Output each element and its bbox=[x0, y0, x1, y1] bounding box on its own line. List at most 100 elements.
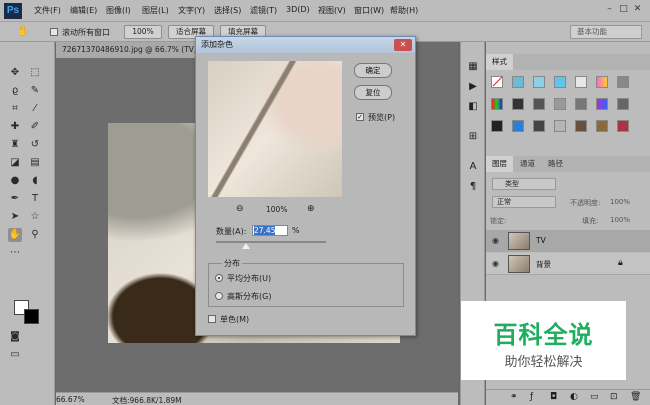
amount-input[interactable]: 27.45 bbox=[252, 225, 288, 236]
preview-image[interactable] bbox=[208, 61, 342, 197]
pen-tool-icon[interactable]: ✒ bbox=[8, 192, 22, 206]
screen-mode-icon[interactable]: ▭ bbox=[8, 348, 22, 362]
gaussian-radio[interactable] bbox=[215, 292, 223, 300]
style-swatch[interactable] bbox=[533, 76, 545, 88]
eye-icon[interactable]: ◉ bbox=[492, 236, 502, 246]
path-select-icon[interactable]: ➤ bbox=[8, 210, 22, 224]
history-brush-icon[interactable]: ↺ bbox=[28, 138, 42, 152]
ok-button[interactable]: 确定 bbox=[354, 63, 392, 78]
layer-row-background[interactable]: ◉ 背景 🔒︎ bbox=[486, 253, 650, 275]
blur-tool-icon[interactable]: ● bbox=[8, 174, 22, 188]
brush-tool-icon[interactable]: ✐ bbox=[28, 120, 42, 134]
close-icon[interactable]: ✕ bbox=[632, 4, 643, 15]
style-swatch[interactable] bbox=[575, 76, 587, 88]
zoom-tool-icon[interactable]: ⚲ bbox=[28, 228, 42, 242]
history-panel-icon[interactable]: ▦ bbox=[466, 60, 480, 74]
style-swatch[interactable] bbox=[491, 120, 503, 132]
document-tab[interactable]: 72671370486910.jpg @ 66.7% (TV, R bbox=[56, 42, 216, 58]
tab-layers[interactable]: 图层 bbox=[486, 156, 513, 172]
style-swatch[interactable] bbox=[617, 76, 629, 88]
move-tool-icon[interactable]: ✥ bbox=[8, 66, 22, 80]
style-swatch[interactable] bbox=[575, 120, 587, 132]
style-swatch[interactable] bbox=[617, 120, 629, 132]
quick-select-tool-icon[interactable]: ✎ bbox=[28, 84, 42, 98]
menu-3d[interactable]: 3D(D) bbox=[286, 5, 310, 14]
adjustments-icon[interactable]: ◧ bbox=[466, 100, 480, 114]
style-swatch[interactable] bbox=[533, 120, 545, 132]
folder-icon[interactable]: ▭ bbox=[590, 392, 599, 402]
healing-brush-icon[interactable]: ✚ bbox=[8, 120, 22, 134]
menu-type[interactable]: 文字(Y) bbox=[178, 5, 205, 16]
gradient-tool-icon[interactable]: ▤ bbox=[28, 156, 42, 170]
new-layer-icon[interactable]: ⊡ bbox=[610, 392, 618, 402]
properties-icon[interactable]: ⊞ bbox=[466, 130, 480, 144]
style-swatch[interactable] bbox=[512, 76, 524, 88]
character-panel-icon[interactable]: A bbox=[466, 160, 480, 174]
paragraph-panel-icon[interactable]: ¶ bbox=[466, 180, 480, 194]
style-swatch[interactable] bbox=[554, 120, 566, 132]
scroll-all-checkbox[interactable] bbox=[50, 28, 58, 36]
amount-slider-handle[interactable] bbox=[242, 243, 251, 249]
reset-button[interactable]: 复位 bbox=[354, 85, 392, 100]
menu-layer[interactable]: 图层(L) bbox=[142, 5, 169, 16]
opacity-value[interactable]: 100% bbox=[610, 198, 630, 206]
style-swatch-none[interactable] bbox=[491, 76, 503, 88]
style-swatch[interactable] bbox=[596, 120, 608, 132]
style-swatch[interactable] bbox=[533, 98, 545, 110]
more-tools-icon[interactable]: ⋯ bbox=[8, 246, 22, 260]
marquee-tool-icon[interactable]: ⬚ bbox=[28, 66, 42, 80]
blend-mode-select[interactable]: 正常 bbox=[492, 196, 556, 208]
style-swatch[interactable] bbox=[512, 120, 524, 132]
style-swatch[interactable] bbox=[575, 98, 587, 110]
layer-row-tv[interactable]: ◉ TV bbox=[486, 230, 650, 252]
fx-icon[interactable]: ƒ bbox=[530, 392, 533, 402]
style-swatch[interactable] bbox=[596, 76, 608, 88]
adjustment-layer-icon[interactable]: ◐ bbox=[570, 392, 578, 402]
quick-mask-icon[interactable]: ◙ bbox=[8, 330, 22, 344]
tab-styles[interactable]: 样式 bbox=[486, 54, 513, 70]
menu-file[interactable]: 文件(F) bbox=[34, 5, 61, 16]
menu-view[interactable]: 视图(V) bbox=[318, 5, 346, 16]
zoom-out-icon[interactable]: ⊖ bbox=[236, 204, 244, 214]
minimize-icon[interactable]: – bbox=[604, 4, 615, 15]
style-swatch[interactable] bbox=[554, 76, 566, 88]
monochromatic-checkbox[interactable] bbox=[208, 315, 216, 323]
clone-stamp-icon[interactable]: ♜ bbox=[8, 138, 22, 152]
shape-tool-icon[interactable]: ☆ bbox=[28, 210, 42, 224]
style-swatch[interactable] bbox=[596, 98, 608, 110]
eyedropper-tool-icon[interactable]: ⁄ bbox=[28, 102, 42, 116]
maximize-icon[interactable]: □ bbox=[618, 4, 629, 15]
link-icon[interactable]: ⚭ bbox=[510, 392, 518, 402]
zoom-level[interactable]: 66.67% bbox=[56, 395, 85, 404]
menu-filter[interactable]: 滤镜(T) bbox=[250, 5, 277, 16]
type-tool-icon[interactable]: T bbox=[28, 192, 42, 206]
dodge-tool-icon[interactable]: ◖ bbox=[28, 174, 42, 188]
actions-play-icon[interactable]: ▶ bbox=[466, 80, 480, 94]
menu-edit[interactable]: 编辑(E) bbox=[70, 5, 97, 16]
fill-value[interactable]: 100% bbox=[610, 216, 630, 224]
close-icon[interactable]: ✕ bbox=[394, 39, 412, 51]
hand-tool-active-icon[interactable]: ✋ bbox=[8, 228, 22, 242]
lasso-tool-icon[interactable]: ϱ bbox=[8, 84, 22, 98]
workspace-select[interactable]: 基本功能 bbox=[570, 25, 642, 39]
menu-window[interactable]: 窗口(W) bbox=[354, 5, 384, 16]
tab-channels[interactable]: 通道 bbox=[514, 156, 541, 172]
menu-help[interactable]: 帮助(H) bbox=[390, 5, 418, 16]
uniform-radio[interactable] bbox=[215, 274, 223, 282]
menu-select[interactable]: 选择(S) bbox=[214, 5, 241, 16]
zoom-in-icon[interactable]: ⊕ bbox=[307, 204, 315, 214]
mask-icon[interactable]: ◘ bbox=[550, 392, 557, 402]
style-swatch[interactable] bbox=[554, 98, 566, 110]
eraser-tool-icon[interactable]: ◪ bbox=[8, 156, 22, 170]
layer-kind-filter[interactable]: 类型 bbox=[492, 178, 556, 190]
style-swatch[interactable] bbox=[491, 98, 503, 110]
background-color-swatch[interactable] bbox=[24, 309, 39, 324]
style-swatch[interactable] bbox=[512, 98, 524, 110]
preview-checkbox[interactable]: ✓ bbox=[356, 113, 364, 121]
tab-paths[interactable]: 路径 bbox=[542, 156, 569, 172]
hand-tool-icon[interactable]: ✋ bbox=[16, 25, 30, 39]
trash-icon[interactable]: 🗑︎ bbox=[630, 392, 641, 402]
crop-tool-icon[interactable]: ⌗ bbox=[8, 102, 22, 116]
menu-image[interactable]: 图像(I) bbox=[106, 5, 131, 16]
zoom-100-button[interactable]: 100% bbox=[124, 25, 162, 39]
